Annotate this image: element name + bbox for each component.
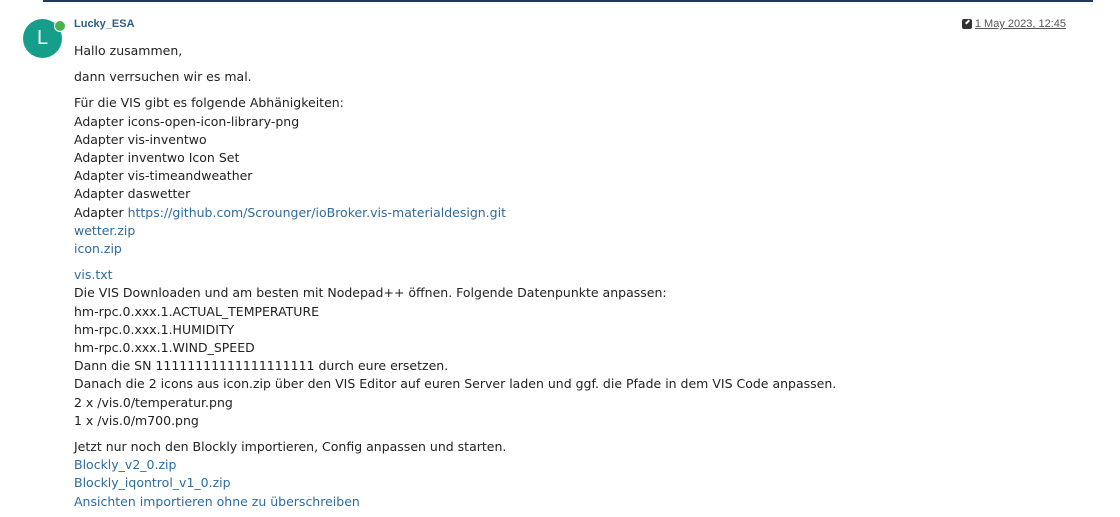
post-content: Hallo zusammen, dann verrsuchen wir es m… (74, 42, 1074, 511)
datapoint-text: hm-rpc.0.xxx.1.HUMIDITY (74, 321, 235, 337)
forum-post: L Lucky_ESA 1 May 2023, 12:45 Hallo zusa… (0, 0, 1120, 517)
dependency-item: Adapter vis-timeandweather (74, 168, 253, 184)
instruction-text: Danach die 2 icons aus icon.zip über den… (74, 376, 837, 392)
path-text: 2 x /vis.0/temperatur.png (74, 394, 233, 410)
post-timestamp: 1 May 2023, 12:45 (961, 18, 1066, 30)
icon-zip-link[interactable]: icon.zip (74, 241, 122, 256)
datapoint-text: hm-rpc.0.xxx.1.ACTUAL_TEMPERATURE (74, 303, 320, 319)
intro-text: dann verrsuchen wir es mal. (74, 69, 252, 85)
materialdesign-link[interactable]: https://github.com/Scrounger/ioBroker.vi… (128, 205, 506, 220)
edit-icon (961, 19, 972, 29)
dependency-item: Adapter daswetter (74, 186, 191, 202)
dependency-prefix: Adapter (74, 204, 128, 220)
instruction-text: Die VIS Downloaden und am besten mit Nod… (74, 285, 667, 301)
views-import-link[interactable]: Ansichten importieren ohne zu überschrei… (74, 494, 360, 509)
blockly-iqontrol-link[interactable]: Blockly_iqontrol_v1_0.zip (74, 475, 231, 490)
top-divider (43, 0, 1093, 2)
datapoint-text: hm-rpc.0.xxx.1.WIND_SPEED (74, 340, 255, 356)
instruction-text: Jetzt nur noch den Blockly importieren, … (74, 439, 507, 455)
online-status-icon (54, 20, 66, 32)
blockly-v2-link[interactable]: Blockly_v2_0.zip (74, 457, 176, 472)
dependencies-heading: Für die VIS gibt es folgende Abhänigkeit… (74, 95, 344, 111)
dependency-item: Adapter icons-open-icon-library-png (74, 113, 300, 129)
dependency-item: Adapter vis-inventwo (74, 131, 207, 147)
dependency-item: Adapter https://github.com/Scrounger/ioB… (74, 204, 1074, 222)
greeting-text: Hallo zusammen, (74, 43, 183, 58)
instruction-text: Dann die SN 11111111111111111111 durch e… (74, 358, 449, 374)
vis-txt-link[interactable]: vis.txt (74, 267, 113, 282)
author-name[interactable]: Lucky_ESA (74, 18, 135, 30)
dependency-item: Adapter inventwo Icon Set (74, 150, 240, 166)
path-text: 1 x /vis.0/m700.png (74, 412, 199, 428)
wetter-zip-link[interactable]: wetter.zip (74, 223, 135, 238)
timestamp-link[interactable]: 1 May 2023, 12:45 (975, 18, 1066, 30)
